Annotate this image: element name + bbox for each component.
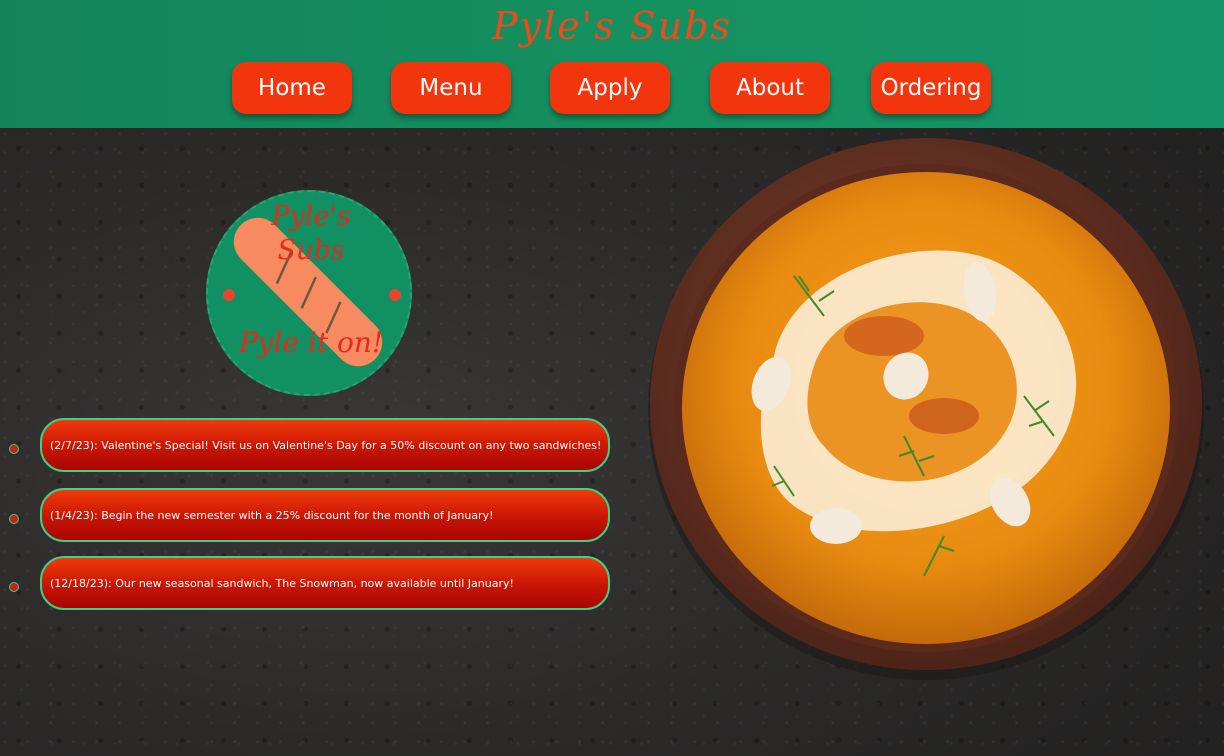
logo-line-2: Subs [277, 235, 345, 266]
news-bullet-icon [9, 444, 19, 454]
logo-line-1: Pyle's [271, 201, 351, 232]
main-nav: Home Menu Apply About Ordering [0, 62, 1224, 114]
news-item: (12/18/23): Our new seasonal sandwich, T… [40, 556, 610, 610]
site-title: Pyle's Subs [491, 4, 733, 48]
news-bullet-icon [9, 514, 19, 524]
nav-about-button[interactable]: About [710, 62, 830, 114]
nav-apply-button[interactable]: Apply [550, 62, 670, 114]
soup-bowl-image [644, 136, 1214, 700]
news-bullet-icon [9, 582, 19, 592]
nav-ordering-button[interactable]: Ordering [871, 62, 991, 114]
news-item: (2/7/23): Valentine's Special! Visit us … [40, 418, 610, 472]
nav-menu-button[interactable]: Menu [391, 62, 511, 114]
logo-tagline: Pyle it on! [238, 326, 384, 359]
site-header: Pyle's Subs Home Menu Apply About Orderi… [0, 0, 1224, 128]
nav-home-button[interactable]: Home [232, 62, 352, 114]
news-item: (1/4/23): Begin the new semester with a … [40, 488, 610, 542]
restaurant-logo: Pyle's Subs Pyle it on! [206, 190, 412, 396]
